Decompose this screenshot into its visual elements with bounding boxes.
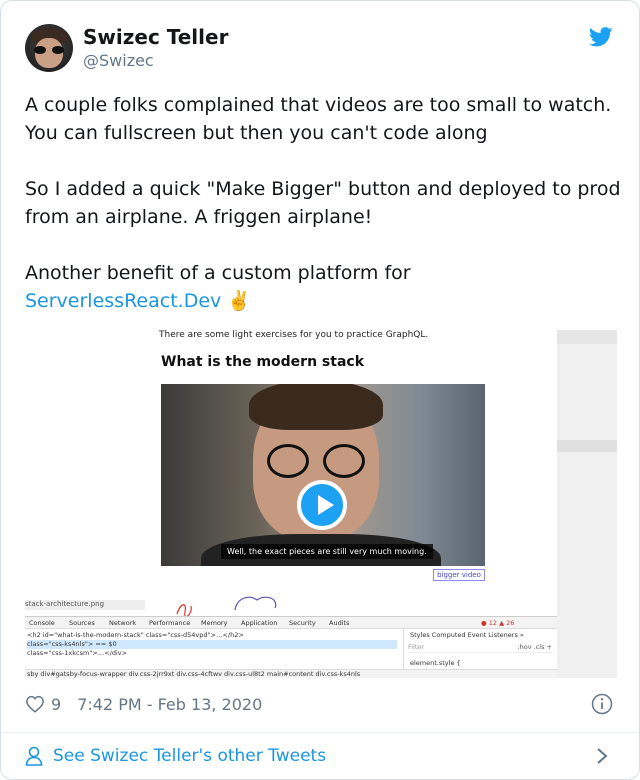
devtools-tab-console: Console [29,619,55,627]
tweet-paragraph-3: Another benefit of a custom platform for… [25,259,621,315]
tweet-card: Swizec Teller @Swizec A couple folks com… [0,0,640,780]
video-hair [249,384,383,430]
devtools-styles-tabs: Styles Computed Event Listeners » [410,631,524,639]
page-hint: There are some light exercises for you t… [159,330,429,340]
devtools-panel: Console Sources Network Performance Memo… [25,616,557,678]
play-icon [297,480,347,530]
see-other-tweets-link[interactable]: See Swizec Teller's other Tweets [25,743,326,769]
bigger-video-button: bigger video [433,569,485,581]
video-glasses-left [267,444,309,478]
devtools-filter-label: Filter [408,643,425,651]
heart-icon[interactable] [25,695,45,713]
sketch-label: stack-architecture.png [25,600,145,610]
video-player: Well, the exact pieces are still very mu… [161,384,485,566]
tweet-paragraph-3-text: Another benefit of a custom platform for [25,262,411,284]
chevron-right-icon[interactable] [595,746,609,766]
tweet-meta: 9 7:42 PM - Feb 13, 2020 [25,691,262,717]
serverlessreact-link[interactable]: ServerlessReact.Dev [25,290,221,312]
tweet-paragraph-2: So I added a quick "Make Bigger" button … [25,178,621,228]
devtools-element-style: element.style { [410,659,461,667]
devtools-tab-memory: Memory [201,619,228,627]
devtools-tab-audits: Audits [329,619,350,627]
tweet-media-image[interactable]: There are some light exercises for you t… [25,330,617,678]
devtools-line: <h2 id="what-is-the-modern-stack" class=… [27,631,244,639]
devtools-line-selected: class="css-ks4nls"> == $0 [27,640,397,649]
tweet-paragraph-1: A couple folks complained that videos ar… [25,94,612,144]
video-glasses-right [323,444,365,478]
devtools-tab-security: Security [289,619,316,627]
screenshot-page: There are some light exercises for you t… [25,330,557,616]
devtools-error-counts: ● 12 ▲ 26 [481,619,515,627]
sketch-scribble [176,596,277,616]
devtools-filter: Filter :hov .cls + [408,643,554,653]
devtools-elements: <h2 id="what-is-the-modern-stack" class=… [27,631,397,658]
footer-divider [1,732,639,733]
avatar-glasses [34,46,64,54]
avatar[interactable] [25,24,73,72]
devtools-tabs: Console Sources Network Performance Memo… [25,617,557,629]
victory-hand-emoji: ✌️ [227,290,251,312]
info-icon[interactable] [591,693,613,715]
tweet-text: A couple folks complained that videos ar… [25,91,621,315]
display-name[interactable]: Swizec Teller [83,25,228,49]
video-caption: Well, the exact pieces are still very mu… [221,544,433,559]
see-other-tweets-label[interactable]: See Swizec Teller's other Tweets [53,746,326,766]
devtools-tab-sources: Sources [69,619,95,627]
twitter-bird-icon[interactable] [589,27,613,47]
devtools-breadcrumb: sby div#gatsby-focus-wrapper div.css-2jr… [25,669,557,678]
devtools-tab-network: Network [109,619,137,627]
devtools-tab-performance: Performance [149,619,191,627]
devtools-tab-application: Application [241,619,278,627]
user-handle[interactable]: @Swizec [83,51,154,70]
devtools-line: class="css-1xkcsm">…</div> [27,649,128,657]
person-icon [25,746,43,766]
page-title: What is the modern stack [161,354,365,370]
side-panel-stripe [557,330,617,344]
devtools-filter-controls: :hov .cls + [517,643,552,651]
side-panel-stripe-2 [557,440,617,452]
browser-side-panel [557,330,617,678]
tweet-timestamp[interactable]: 7:42 PM - Feb 13, 2020 [77,695,262,714]
like-count[interactable]: 9 [51,695,61,714]
